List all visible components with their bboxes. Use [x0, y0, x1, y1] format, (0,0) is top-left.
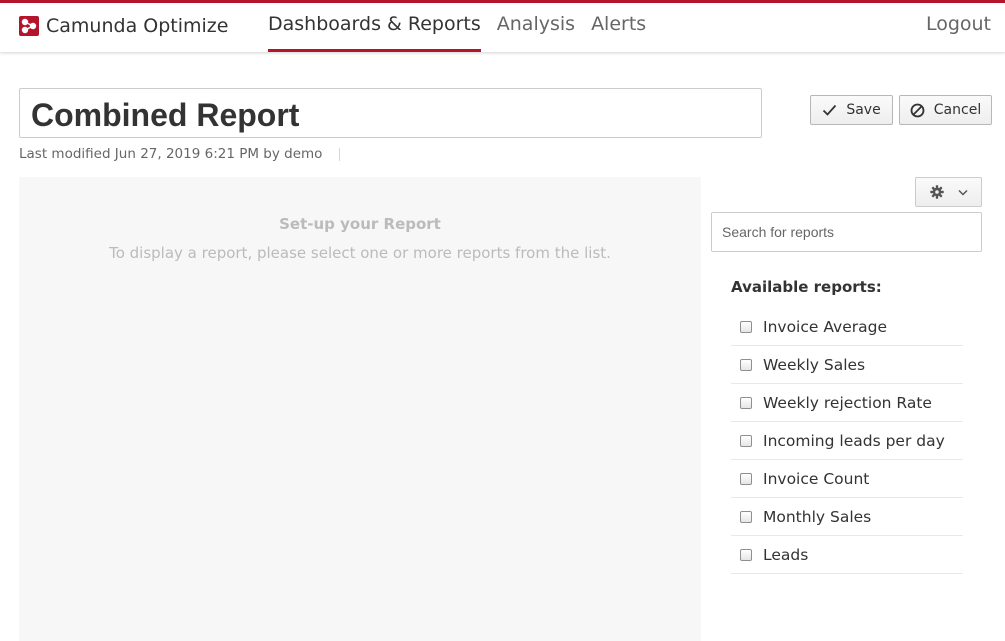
report-name: Invoice Average [763, 317, 887, 336]
list-item[interactable]: Invoice Count [731, 460, 963, 498]
search-reports-input[interactable] [711, 212, 982, 252]
cancel-button[interactable]: Cancel [899, 95, 992, 125]
report-checkbox[interactable] [740, 358, 752, 371]
list-item[interactable]: Weekly rejection Rate [731, 384, 963, 422]
report-checkbox[interactable] [740, 548, 752, 561]
settings-dropdown-button[interactable] [915, 177, 982, 207]
report-name: Weekly rejection Rate [763, 393, 932, 412]
report-list: Invoice Average Weekly Sales Weekly reje… [731, 308, 963, 574]
empty-state-text: To display a report, please select one o… [109, 244, 611, 262]
main-nav: Dashboards & Reports Analysis Alerts [268, 3, 662, 52]
check-icon [823, 104, 837, 116]
divider [339, 147, 341, 161]
nav-dashboards-reports[interactable]: Dashboards & Reports [268, 3, 481, 52]
report-checkbox[interactable] [740, 434, 752, 447]
ban-icon [910, 103, 925, 117]
report-name: Invoice Count [763, 469, 870, 488]
logout-link[interactable]: Logout [926, 13, 991, 35]
report-name: Weekly Sales [763, 355, 866, 374]
available-reports-label: Available reports: [731, 278, 882, 296]
save-label: Save [846, 102, 881, 118]
list-item[interactable]: Incoming leads per day [731, 422, 963, 460]
last-modified-text: Last modified Jun 27, 2019 6:21 PM by de… [19, 146, 323, 162]
nav-analysis[interactable]: Analysis [497, 3, 575, 52]
report-checkbox[interactable] [740, 510, 752, 523]
report-name: Incoming leads per day [763, 431, 945, 450]
camunda-logo-icon [19, 16, 39, 36]
report-name: Monthly Sales [763, 507, 872, 526]
report-preview-area: Set-up your Report To display a report, … [19, 177, 701, 641]
last-modified: Last modified Jun 27, 2019 6:21 PM by de… [19, 146, 341, 162]
brand-name: Camunda Optimize [46, 15, 229, 37]
list-item[interactable]: Monthly Sales [731, 498, 963, 536]
gear-icon [929, 185, 944, 199]
report-checkbox[interactable] [740, 396, 752, 409]
chevron-down-icon [957, 189, 968, 196]
save-button[interactable]: Save [810, 95, 893, 125]
list-item[interactable]: Leads [731, 536, 963, 574]
list-item[interactable]: Invoice Average [731, 308, 963, 346]
report-name: Leads [763, 545, 809, 564]
app-header: Camunda Optimize Dashboards & Reports An… [0, 0, 1005, 52]
report-checkbox[interactable] [740, 472, 752, 485]
list-item[interactable]: Weekly Sales [731, 346, 963, 384]
nav-alerts[interactable]: Alerts [591, 3, 646, 52]
empty-state-title: Set-up your Report [279, 215, 441, 233]
brand[interactable]: Camunda Optimize [19, 15, 228, 37]
cancel-label: Cancel [933, 102, 982, 118]
report-title-input[interactable]: Combined Report [19, 88, 762, 138]
report-checkbox[interactable] [740, 320, 752, 333]
